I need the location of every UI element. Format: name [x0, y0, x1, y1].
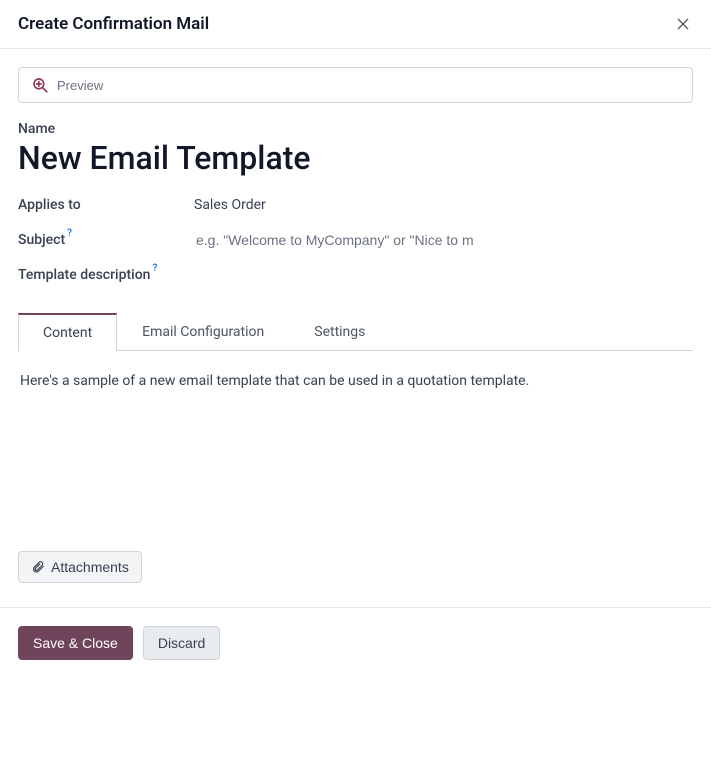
save-button[interactable]: Save & Close: [18, 626, 133, 660]
tab-settings[interactable]: Settings: [289, 313, 390, 351]
applies-to-label: Applies to: [18, 197, 194, 213]
preview-label: Preview: [57, 78, 103, 93]
tabs: Content Email Configuration Settings: [18, 313, 693, 351]
name-label: Name: [18, 121, 693, 137]
dialog-footer: Save & Close Discard: [0, 607, 711, 678]
close-icon: [675, 16, 691, 32]
description-row: Template description ?: [18, 267, 693, 283]
name-value[interactable]: New Email Template: [18, 139, 693, 177]
attachments-label: Attachments: [51, 559, 129, 575]
tab-content[interactable]: Content: [18, 313, 117, 351]
subject-input[interactable]: [194, 231, 504, 249]
dialog-header: Create Confirmation Mail: [0, 0, 711, 49]
description-label: Template description ?: [18, 267, 194, 283]
dialog-body: Preview Name New Email Template Applies …: [0, 49, 711, 583]
preview-button[interactable]: Preview: [18, 67, 693, 103]
zoom-in-icon: [31, 76, 49, 94]
help-icon[interactable]: ?: [152, 263, 157, 274]
content-panel[interactable]: Here's a sample of a new email template …: [18, 351, 693, 531]
dialog: Create Confirmation Mail Preview Name Ne…: [0, 0, 711, 678]
subject-row: Subject ?: [18, 231, 693, 249]
subject-label: Subject ?: [18, 232, 194, 248]
close-button[interactable]: [673, 14, 693, 34]
applies-to-value[interactable]: Sales Order: [194, 197, 693, 213]
content-body-text: Here's a sample of a new email template …: [20, 373, 691, 389]
help-icon[interactable]: ?: [67, 228, 72, 239]
attachments-button[interactable]: Attachments: [18, 551, 142, 583]
applies-to-row: Applies to Sales Order: [18, 197, 693, 213]
dialog-title: Create Confirmation Mail: [18, 14, 209, 34]
paperclip-icon: [31, 560, 45, 574]
tab-email-configuration[interactable]: Email Configuration: [117, 313, 289, 351]
discard-button[interactable]: Discard: [143, 626, 220, 660]
